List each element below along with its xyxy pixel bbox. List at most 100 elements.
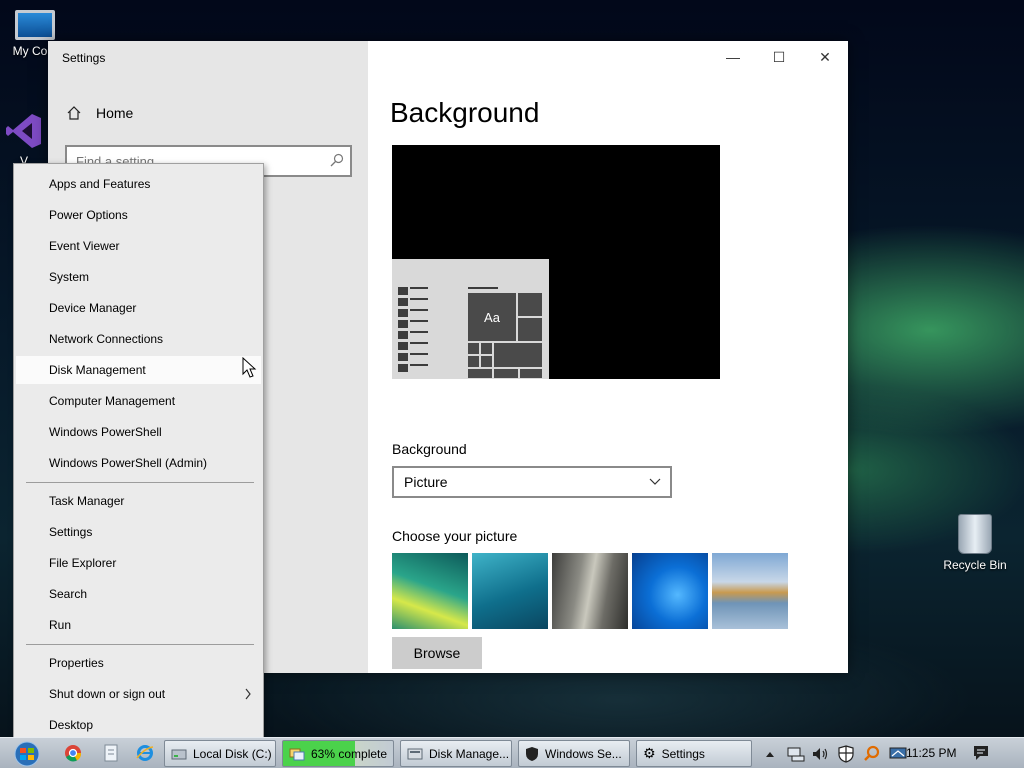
volume-icon[interactable] bbox=[810, 744, 830, 764]
browse-button[interactable]: Browse bbox=[392, 637, 482, 669]
background-label: Background bbox=[392, 441, 467, 457]
network-icon[interactable] bbox=[786, 744, 806, 764]
preview-bar bbox=[410, 320, 428, 322]
internet-explorer-icon[interactable] bbox=[133, 742, 157, 764]
recycle-bin-icon bbox=[958, 514, 992, 554]
preview-tile bbox=[493, 342, 543, 368]
preview-bar bbox=[398, 331, 408, 339]
taskbar: Local Disk (C:) 63% complete Disk Manage… bbox=[0, 737, 1024, 768]
nav-home[interactable]: Home bbox=[66, 105, 133, 121]
preview-bar bbox=[410, 298, 428, 300]
preview-bar bbox=[410, 364, 428, 366]
preview-tile bbox=[517, 292, 543, 317]
disk-management-icon bbox=[407, 748, 423, 759]
menu-item-windows-powershell-admin[interactable]: Windows PowerShell (Admin) bbox=[16, 449, 261, 477]
menu-item-shut-down[interactable]: Shut down or sign out bbox=[16, 680, 261, 708]
preview-tile bbox=[467, 355, 480, 368]
menu-item-run[interactable]: Run bbox=[16, 611, 261, 639]
page-title: Background bbox=[390, 97, 540, 128]
preview-bar bbox=[398, 320, 408, 328]
taskbar-button-windows-security[interactable]: Windows Se... bbox=[518, 740, 630, 767]
preview-tile bbox=[467, 342, 480, 355]
menu-item-device-manager[interactable]: Device Manager bbox=[16, 294, 261, 322]
winx-context-menu: Apps and Features Power Options Event Vi… bbox=[13, 163, 264, 745]
notification-center-icon[interactable] bbox=[972, 744, 990, 765]
close-button[interactable]: ✕ bbox=[802, 41, 848, 73]
drive-icon bbox=[171, 749, 187, 759]
preview-bar bbox=[398, 364, 408, 372]
menu-item-disk-management[interactable]: Disk Management bbox=[16, 356, 261, 384]
taskbar-button-label: Disk Manage... bbox=[429, 746, 510, 761]
start-menu-preview: Aa bbox=[392, 259, 549, 379]
taskbar-button-label: 63% complete bbox=[311, 746, 388, 761]
menu-item-label: Shut down or sign out bbox=[49, 687, 166, 701]
window-controls: — ☐ ✕ bbox=[710, 41, 848, 73]
shield-icon bbox=[526, 746, 538, 761]
show-hidden-icons-icon[interactable] bbox=[760, 744, 780, 764]
menu-item-windows-powershell[interactable]: Windows PowerShell bbox=[16, 418, 261, 446]
computer-icon bbox=[15, 10, 55, 40]
maximize-button[interactable]: ☐ bbox=[756, 41, 802, 73]
menu-item-search[interactable]: Search bbox=[16, 580, 261, 608]
menu-item-computer-management[interactable]: Computer Management bbox=[16, 387, 261, 415]
copy-progress-icon bbox=[289, 748, 305, 760]
start-button-icon[interactable] bbox=[8, 740, 46, 767]
background-type-dropdown[interactable]: Picture bbox=[392, 466, 672, 498]
preview-tile bbox=[519, 368, 543, 379]
chevron-right-icon bbox=[245, 688, 251, 700]
picture-thumb[interactable] bbox=[632, 553, 708, 629]
menu-separator bbox=[26, 644, 254, 645]
picture-thumbnails bbox=[392, 553, 788, 629]
menu-item-apps-and-features[interactable]: Apps and Features bbox=[16, 170, 261, 198]
preview-bar bbox=[410, 331, 428, 333]
preview-bar bbox=[398, 353, 408, 361]
preview-bar bbox=[468, 287, 498, 289]
preview-tile bbox=[480, 342, 493, 355]
picture-thumb[interactable] bbox=[392, 553, 468, 629]
minimize-button[interactable]: — bbox=[710, 41, 756, 73]
visual-studio-icon bbox=[6, 114, 41, 148]
background-preview: Aa bbox=[392, 145, 720, 379]
menu-separator bbox=[26, 482, 254, 483]
chrome-icon[interactable] bbox=[61, 742, 85, 764]
window-title: Settings bbox=[62, 51, 106, 65]
menu-item-event-viewer[interactable]: Event Viewer bbox=[16, 232, 261, 260]
preview-tile bbox=[467, 368, 493, 379]
preview-tile bbox=[480, 355, 493, 368]
menu-item-file-explorer[interactable]: File Explorer bbox=[16, 549, 261, 577]
choose-picture-label: Choose your picture bbox=[392, 528, 518, 544]
picture-thumb[interactable] bbox=[552, 553, 628, 629]
menu-item-power-options[interactable]: Power Options bbox=[16, 201, 261, 229]
preview-bar bbox=[398, 342, 408, 350]
search-tool-icon[interactable] bbox=[862, 744, 882, 764]
picture-thumb[interactable] bbox=[712, 553, 788, 629]
taskbar-button-local-disk[interactable]: Local Disk (C:) bbox=[164, 740, 276, 767]
menu-item-task-manager[interactable]: Task Manager bbox=[16, 487, 261, 515]
picture-thumb[interactable] bbox=[472, 553, 548, 629]
taskbar-clock[interactable]: 11:25 PM bbox=[906, 746, 956, 760]
menu-item-settings[interactable]: Settings bbox=[16, 518, 261, 546]
menu-item-desktop[interactable]: Desktop bbox=[16, 711, 261, 739]
desktop-icon-recycle-bin[interactable]: Recycle Bin bbox=[940, 514, 1010, 572]
preview-bar bbox=[398, 298, 408, 306]
home-icon bbox=[67, 106, 81, 120]
menu-item-system[interactable]: System bbox=[16, 263, 261, 291]
taskbar-button-settings[interactable]: ⚙ Settings bbox=[636, 740, 752, 767]
menu-item-properties[interactable]: Properties bbox=[16, 649, 261, 677]
mouse-cursor-icon bbox=[242, 357, 257, 378]
security-shield-icon[interactable] bbox=[836, 744, 856, 764]
chevron-down-icon bbox=[649, 478, 661, 485]
preview-bar bbox=[410, 353, 428, 355]
desktop-icon-visual-studio[interactable]: V bbox=[0, 112, 48, 168]
taskbar-button-label: Local Disk (C:) bbox=[193, 746, 272, 761]
preview-bar bbox=[398, 287, 408, 295]
file-explorer-pin-icon[interactable] bbox=[99, 742, 123, 764]
preview-tile-aa: Aa bbox=[467, 292, 517, 342]
system-tray bbox=[760, 738, 908, 768]
preview-tile bbox=[493, 368, 519, 379]
display-icon[interactable] bbox=[888, 744, 908, 764]
taskbar-button-copy-progress[interactable]: 63% complete bbox=[282, 740, 394, 767]
preview-bar bbox=[410, 309, 428, 311]
taskbar-button-disk-management[interactable]: Disk Manage... bbox=[400, 740, 512, 767]
menu-item-network-connections[interactable]: Network Connections bbox=[16, 325, 261, 353]
